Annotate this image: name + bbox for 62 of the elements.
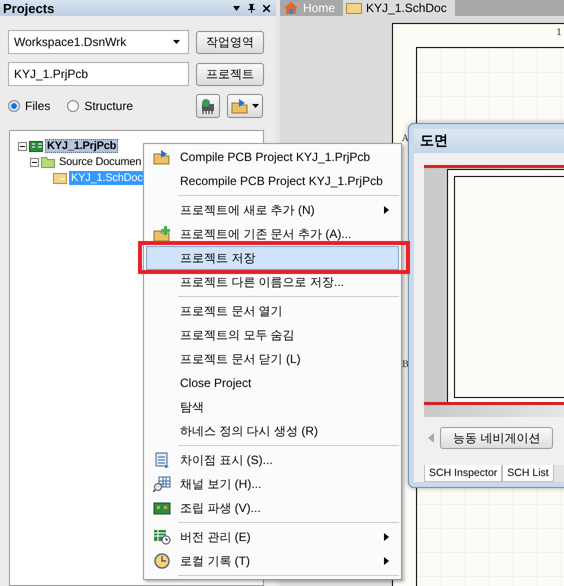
house-icon bbox=[283, 1, 299, 15]
tree-item[interactable]: KYJ_1.PrjPcb bbox=[45, 139, 118, 153]
submenu-arrow-icon bbox=[384, 533, 389, 541]
tree-item[interactable]: Source Documen bbox=[57, 155, 144, 169]
collapse-icon[interactable] bbox=[30, 158, 39, 166]
document-icon bbox=[53, 172, 67, 184]
clock-icon bbox=[153, 553, 171, 569]
collapse-icon[interactable] bbox=[18, 142, 27, 150]
folder-plus-icon bbox=[153, 226, 171, 242]
grid-clock-icon bbox=[153, 529, 171, 545]
panel-tab[interactable]: SCH List bbox=[502, 465, 554, 482]
menu-item[interactable]: 프로젝트의 모두 숨김 bbox=[146, 323, 399, 347]
submenu-arrow-icon bbox=[384, 206, 389, 214]
dropdown-icon bbox=[173, 40, 180, 44]
menu-item[interactable]: 채널 보기 (H)... bbox=[146, 472, 399, 496]
open-folder-button[interactable] bbox=[227, 94, 263, 118]
workspace-dropdown[interactable]: Workspace1.DsnWrk bbox=[8, 30, 189, 54]
folder-arrow-icon bbox=[231, 98, 249, 114]
menu-item[interactable]: Close Project bbox=[146, 371, 399, 395]
folder-icon bbox=[41, 156, 55, 168]
folder-arrow-icon bbox=[153, 149, 171, 165]
menu-item[interactable]: 프로젝트 문서 열기 bbox=[146, 299, 399, 323]
circuit-board-icon bbox=[153, 500, 171, 516]
menu-item[interactable]: 프로젝트에 새로 추가 (N) bbox=[146, 198, 399, 222]
menu-item[interactable]: 하네스 정의 다시 생성 (R) bbox=[146, 419, 399, 443]
chip-refresh-button[interactable] bbox=[196, 94, 220, 118]
radio-button[interactable] bbox=[67, 100, 80, 112]
close-icon[interactable] bbox=[263, 4, 270, 12]
menu-item[interactable]: 버전 관리 (E) bbox=[146, 525, 399, 549]
pin-icon[interactable] bbox=[248, 4, 255, 12]
document-icon bbox=[346, 2, 362, 14]
sheet-border-label: B bbox=[402, 360, 409, 370]
menu-item[interactable]: 프로젝트 저장 bbox=[146, 246, 399, 270]
document-arrows-icon bbox=[153, 452, 171, 468]
menu-item[interactable]: 프로젝트에 기존 문서 추가 (A)... bbox=[146, 222, 399, 246]
chip-icon bbox=[200, 98, 216, 114]
menu-item[interactable]: 차이점 표시 (S)... bbox=[146, 448, 399, 472]
magnifier-grid-icon bbox=[153, 476, 171, 492]
navigation-button[interactable]: 능동 네비게이션 bbox=[440, 427, 554, 449]
radio-label: Structure bbox=[84, 99, 134, 113]
radio-label: Files bbox=[25, 99, 50, 113]
circuit-board-icon bbox=[29, 140, 43, 152]
menu-item[interactable]: 탐색 bbox=[146, 395, 399, 419]
menu-item[interactable]: Recompile PCB Project KYJ_1.PrjPcb bbox=[146, 169, 399, 193]
dropdown-icon bbox=[252, 104, 259, 108]
panel-title: Projects bbox=[3, 0, 54, 16]
document-tab[interactable]: KYJ_1.SchDoc bbox=[343, 0, 455, 16]
menu-item[interactable]: 로컬 기록 (T) bbox=[146, 549, 399, 573]
workspace-button[interactable]: 작업영역 bbox=[196, 30, 264, 54]
panel-tab[interactable]: SCH Inspector bbox=[424, 465, 502, 482]
project-button[interactable]: 프로젝트 bbox=[196, 62, 264, 86]
submenu-arrow-icon bbox=[384, 557, 389, 565]
sheet-border-label: 1 bbox=[556, 28, 562, 38]
sheet-border-label: A bbox=[402, 134, 408, 144]
menu-item[interactable]: Compile PCB Project KYJ_1.PrjPcb bbox=[146, 145, 399, 169]
dropdown-icon[interactable] bbox=[233, 6, 240, 10]
menu-item[interactable]: 조립 파생 (V)... bbox=[146, 496, 399, 520]
window-title: 도면 bbox=[420, 132, 448, 150]
project-field[interactable]: KYJ_1.PrjPcb bbox=[8, 62, 189, 86]
menu-item[interactable]: 프로젝트 문서 닫기 (L) bbox=[146, 347, 399, 371]
radio-button[interactable] bbox=[8, 100, 20, 112]
menu-item[interactable]: 프로젝트 다른 이름으로 저장... bbox=[146, 270, 399, 294]
